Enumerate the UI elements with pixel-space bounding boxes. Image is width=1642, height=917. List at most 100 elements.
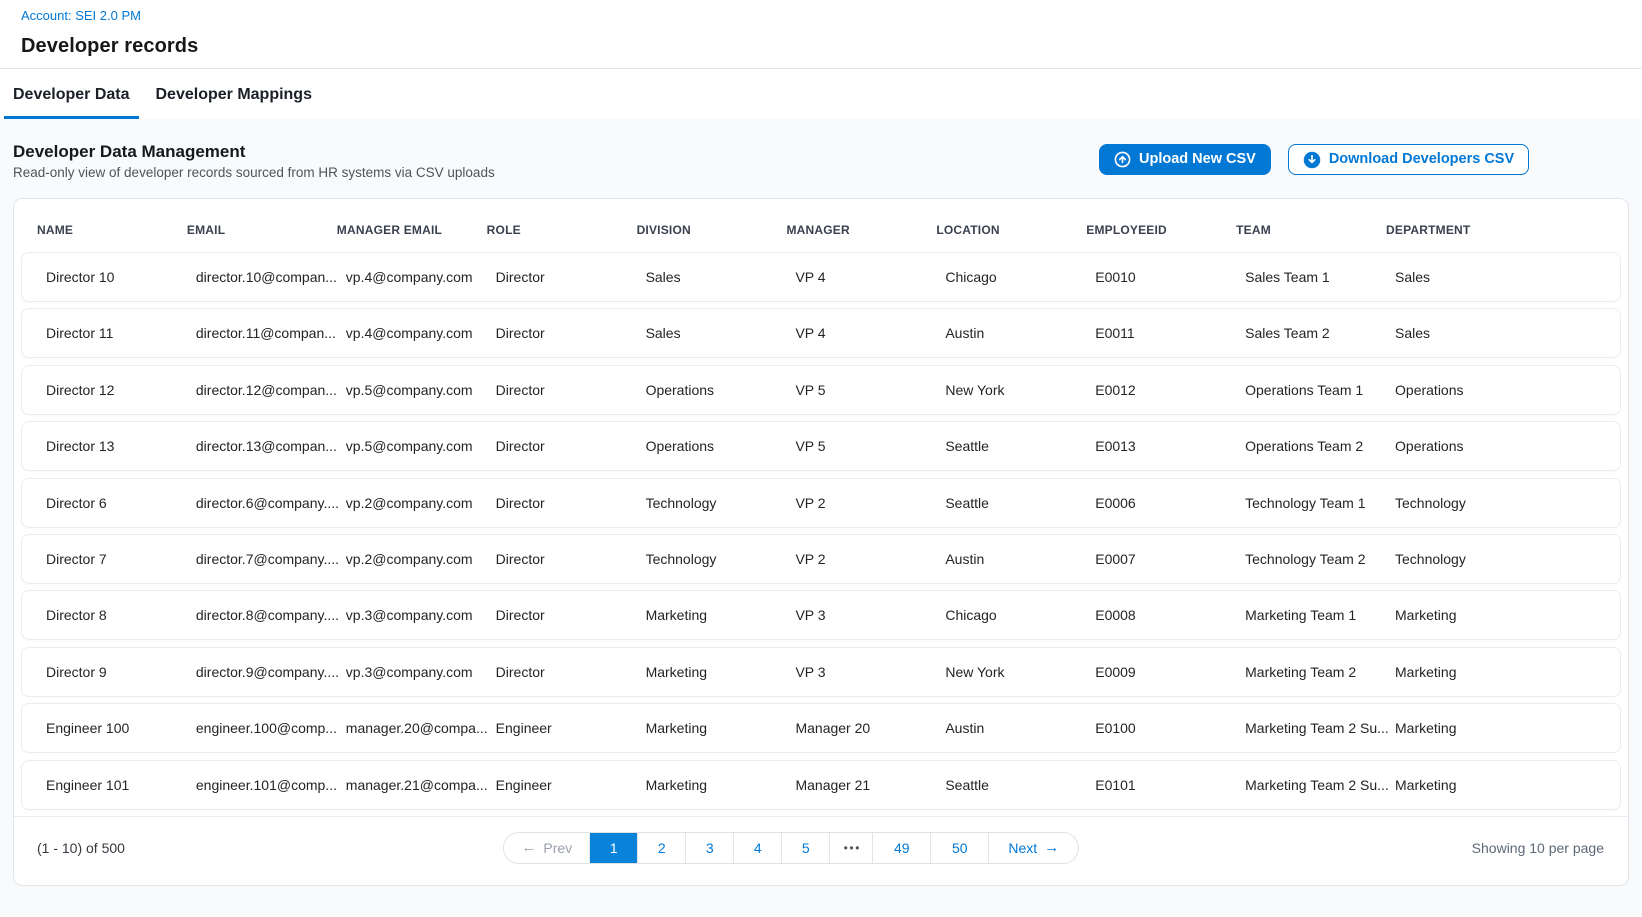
table-cell: Operations <box>630 438 780 454</box>
table-cell: Marketing <box>630 720 780 736</box>
table-cell: E0008 <box>1079 607 1229 623</box>
table-cell: engineer.100@comp... <box>180 720 330 736</box>
upload-new-csv-button[interactable]: Upload New CSV <box>1099 144 1271 175</box>
table-cell: Director 10 <box>30 269 180 285</box>
account-breadcrumb-link[interactable]: Account: SEI 2.0 PM <box>21 8 1621 23</box>
table-row[interactable]: Director 10director.10@compan...vp.4@com… <box>21 252 1621 302</box>
download-circle-icon <box>1303 151 1321 169</box>
table-cell: Technology <box>630 551 780 567</box>
table-cell: Austin <box>929 720 1079 736</box>
table-cell: E0009 <box>1079 664 1229 680</box>
table-cell: manager.20@compa... <box>330 720 480 736</box>
table-row[interactable]: Director 11director.11@compan...vp.4@com… <box>21 308 1621 358</box>
table-header-row: NAMEEMAILMANAGER EMAILROLEDIVISIONMANAGE… <box>21 199 1621 252</box>
pager-zone: ←Prev12345•••4950Next→ <box>125 832 1472 864</box>
table-row[interactable]: Director 7director.7@company....vp.2@com… <box>21 534 1621 584</box>
column-header: EMPLOYEEID <box>1070 223 1220 237</box>
column-header: DIVISION <box>621 223 771 237</box>
table-cell: Director <box>480 438 630 454</box>
pager-ellipsis: ••• <box>830 833 873 863</box>
pager-page-1[interactable]: 1 <box>590 833 638 863</box>
tab-developer-mappings[interactable]: Developer Mappings <box>147 69 321 119</box>
table-cell: New York <box>929 382 1079 398</box>
table-cell: E0013 <box>1079 438 1229 454</box>
table-cell: Director <box>480 325 630 341</box>
pager-page-5[interactable]: 5 <box>782 833 830 863</box>
table-row[interactable]: Director 8director.8@company....vp.3@com… <box>21 590 1621 640</box>
table-cell: VP 2 <box>779 495 929 511</box>
table-cell: Engineer 100 <box>30 720 180 736</box>
table-cell: Sales Team 2 <box>1229 325 1379 341</box>
table-cell: Sales Team 1 <box>1229 269 1379 285</box>
table-cell: Operations <box>1379 382 1620 398</box>
table-cell: vp.2@company.com <box>330 495 480 511</box>
column-header: TEAM <box>1220 223 1370 237</box>
page-title: Developer records <box>21 34 1621 58</box>
table-cell: vp.2@company.com <box>330 551 480 567</box>
table-cell: Seattle <box>929 495 1079 511</box>
table-cell: Marketing <box>630 777 780 793</box>
right-arrow-icon: → <box>1044 840 1059 855</box>
table-cell: Marketing <box>1379 664 1620 680</box>
pager-next-button[interactable]: Next→ <box>989 833 1078 863</box>
download-developers-csv-button[interactable]: Download Developers CSV <box>1288 144 1529 175</box>
table-cell: Director <box>480 495 630 511</box>
table-cell: director.12@compan... <box>180 382 330 398</box>
pager-page-3[interactable]: 3 <box>686 833 734 863</box>
table-cell: vp.3@company.com <box>330 664 480 680</box>
action-buttons: Upload New CSV Download Developers CSV <box>1099 144 1529 175</box>
table-row[interactable]: Engineer 101engineer.101@comp...manager.… <box>21 760 1621 810</box>
table-cell: Director 9 <box>30 664 180 680</box>
table-cell: Manager 20 <box>779 720 929 736</box>
page-header: Account: SEI 2.0 PM Developer records <box>0 0 1642 58</box>
table-row[interactable]: Director 9director.9@company....vp.3@com… <box>21 647 1621 697</box>
table-cell: Technology Team 2 <box>1229 551 1379 567</box>
pager-page-49[interactable]: 49 <box>873 833 931 863</box>
table-row[interactable]: Director 12director.12@compan...vp.5@com… <box>21 365 1621 415</box>
table-cell: vp.3@company.com <box>330 607 480 623</box>
column-header: LOCATION <box>920 223 1070 237</box>
table-cell: Engineer <box>480 777 630 793</box>
table-cell: Engineer 101 <box>30 777 180 793</box>
per-page-label: Showing 10 per page <box>1472 840 1604 856</box>
upload-circle-icon <box>1114 151 1131 168</box>
content-area: Developer Data Management Read-only view… <box>0 119 1642 917</box>
table-cell: Director 8 <box>30 607 180 623</box>
table-cell: Director 13 <box>30 438 180 454</box>
table-cell: VP 5 <box>779 438 929 454</box>
table-cell: vp.4@company.com <box>330 269 480 285</box>
table-cell: director.8@company.... <box>180 607 330 623</box>
table-row[interactable]: Engineer 100engineer.100@comp...manager.… <box>21 703 1621 753</box>
column-header: EMAIL <box>171 223 321 237</box>
pager-page-4[interactable]: 4 <box>734 833 782 863</box>
table-cell: E0006 <box>1079 495 1229 511</box>
pager-prev-button[interactable]: ←Prev <box>504 833 590 863</box>
table-cell: Marketing Team 2 <box>1229 664 1379 680</box>
pager-page-50[interactable]: 50 <box>931 833 989 863</box>
table-row[interactable]: Director 6director.6@company....vp.2@com… <box>21 478 1621 528</box>
table-cell: Technology Team 1 <box>1229 495 1379 511</box>
table-cell: director.13@compan... <box>180 438 330 454</box>
tab-developer-data[interactable]: Developer Data <box>4 69 139 119</box>
table-cell: E0101 <box>1079 777 1229 793</box>
section-header: Developer Data Management Read-only view… <box>0 119 1642 198</box>
table-cell: engineer.101@comp... <box>180 777 330 793</box>
table-cell: Manager 21 <box>779 777 929 793</box>
table-cell: VP 4 <box>779 269 929 285</box>
table-cell: Director <box>480 551 630 567</box>
table-cell: director.7@company.... <box>180 551 330 567</box>
pagination-control: ←Prev12345•••4950Next→ <box>503 832 1079 864</box>
table-cell: vp.5@company.com <box>330 382 480 398</box>
table-cell: Director 7 <box>30 551 180 567</box>
table-cell: Marketing Team 2 Su... <box>1229 777 1379 793</box>
table-cell: Sales <box>1379 325 1620 341</box>
table-cell: Sales <box>630 269 780 285</box>
table-cell: Marketing <box>1379 777 1620 793</box>
table-cell: E0011 <box>1079 325 1229 341</box>
table-cell: Operations <box>1379 438 1620 454</box>
table-cell: Engineer <box>480 720 630 736</box>
pager-page-2[interactable]: 2 <box>638 833 686 863</box>
table-row[interactable]: Director 13director.13@compan...vp.5@com… <box>21 421 1621 471</box>
table-cell: director.6@company.... <box>180 495 330 511</box>
column-header: MANAGER EMAIL <box>321 223 471 237</box>
